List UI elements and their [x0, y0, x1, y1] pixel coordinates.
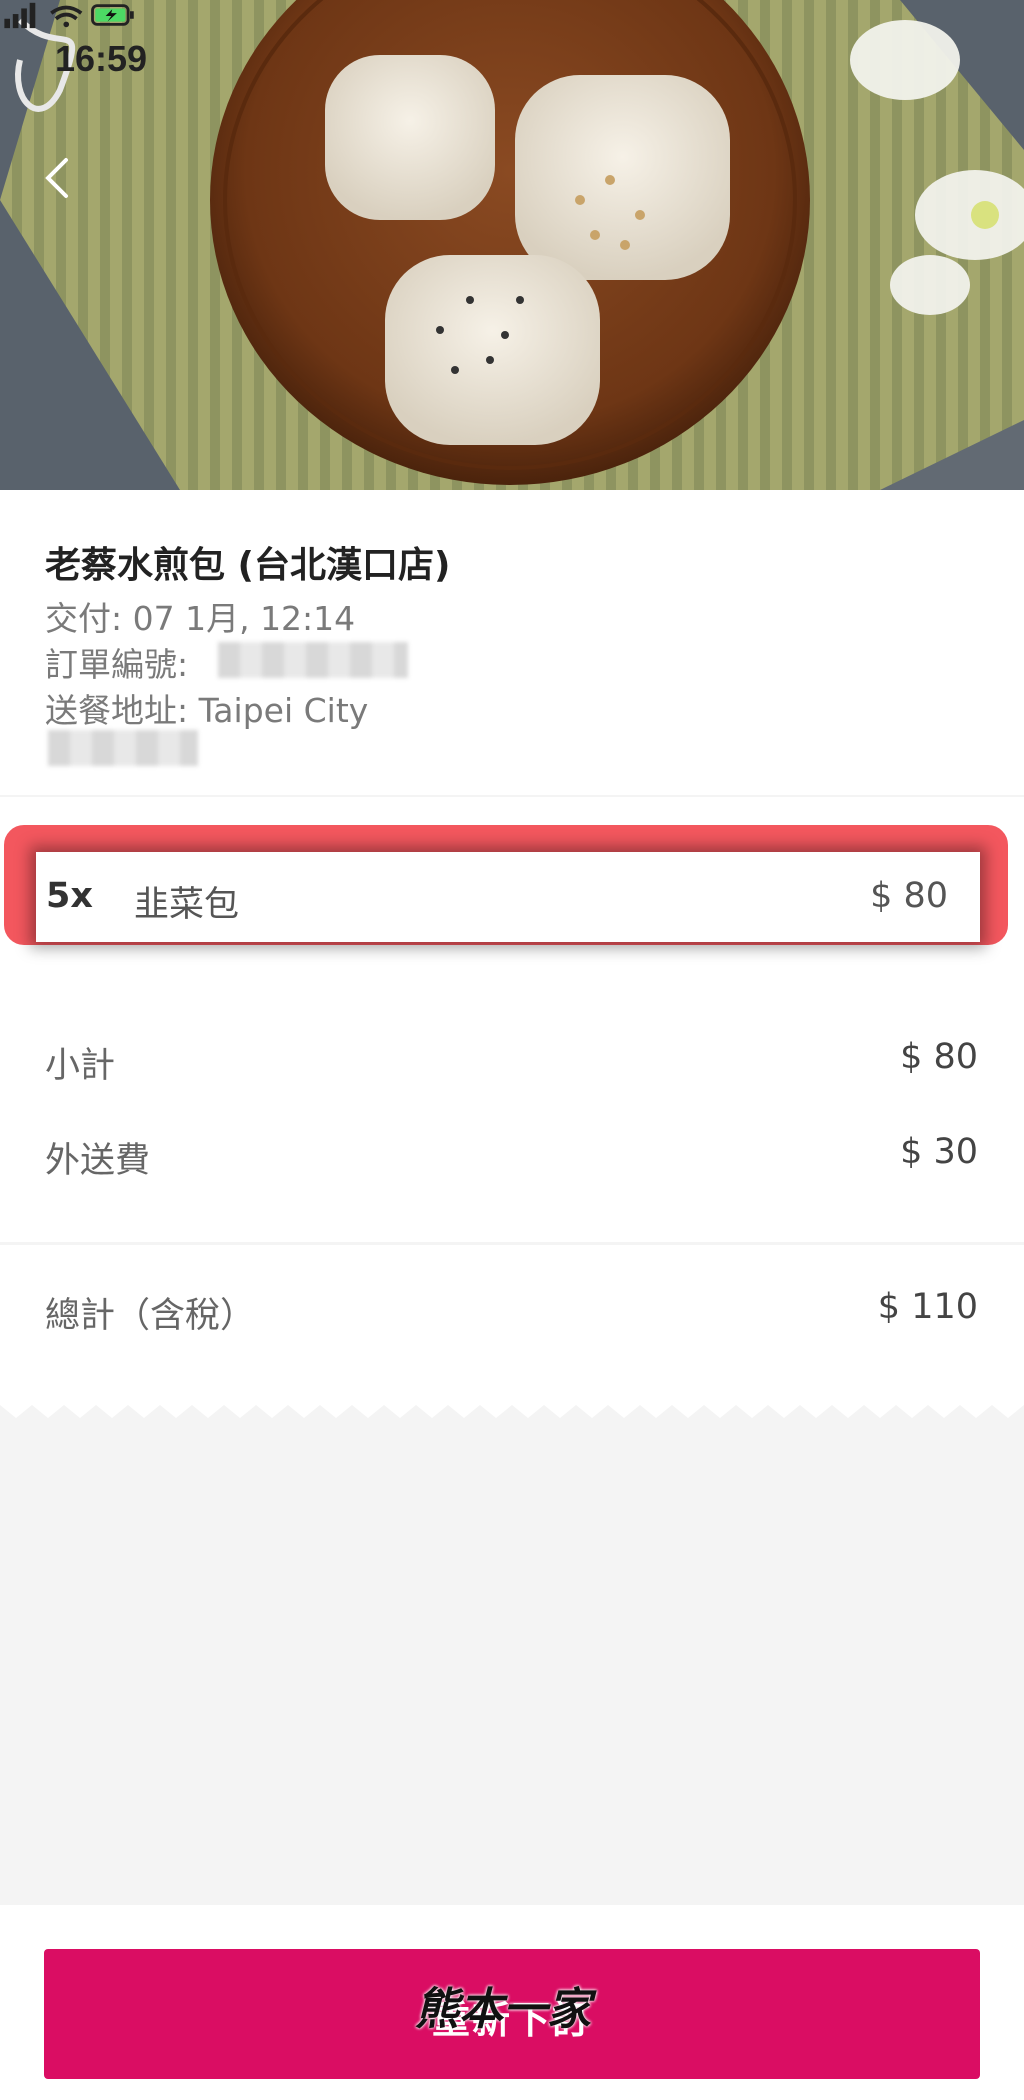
total-value: $ 110	[877, 1287, 978, 1327]
chevron-left-icon	[45, 158, 68, 198]
delivery-fee-value: $ 30	[900, 1132, 978, 1172]
back-button[interactable]	[36, 148, 80, 208]
battery-icon	[91, 4, 134, 26]
order-number-redacted	[218, 642, 408, 678]
item-quantity: 5x	[46, 876, 93, 916]
restaurant-photo: 16:59	[0, 0, 1024, 490]
delivery-fee-label: 外送費	[45, 1141, 151, 1181]
order-item-row: 5x 韭菜包 $ 80	[36, 852, 980, 942]
wifi-icon	[50, 5, 83, 28]
grand-total-row: 總計（含稅） $ 110	[0, 1245, 1024, 1405]
store-name: 老蔡水煎包 (台北漢口店)	[45, 545, 451, 586]
subtotal-label: 小計	[45, 1046, 116, 1086]
footer-bar: 重新下訂 熊本一家	[0, 1905, 1024, 2100]
signal-icon	[4, 2, 36, 29]
item-price: $ 80	[870, 876, 948, 916]
item-name: 韭菜包	[134, 885, 240, 925]
subtotal-value: $ 80	[900, 1037, 978, 1077]
status-time: 16:59	[55, 38, 148, 79]
order-number-label: 訂單編號:	[45, 645, 189, 684]
delivery-time: 交付: 07 1月, 12:14	[45, 599, 356, 638]
status-icons	[4, 2, 134, 29]
price-summary: 小計 $ 80 外送費 $ 30	[0, 972, 1024, 1242]
order-items: 5x 韭菜包 $ 80	[0, 797, 1024, 972]
receipt-edge	[0, 1400, 1024, 1418]
address-redacted	[48, 730, 198, 766]
order-info-card: 老蔡水煎包 (台北漢口店) 交付: 07 1月, 12:14 訂單編號: 送餐地…	[0, 490, 1024, 795]
total-label: 總計（含稅）	[45, 1296, 256, 1336]
watermark-logo: 熊本一家	[415, 1984, 591, 2035]
delivery-address: 送餐地址: Taipei City	[45, 691, 369, 730]
